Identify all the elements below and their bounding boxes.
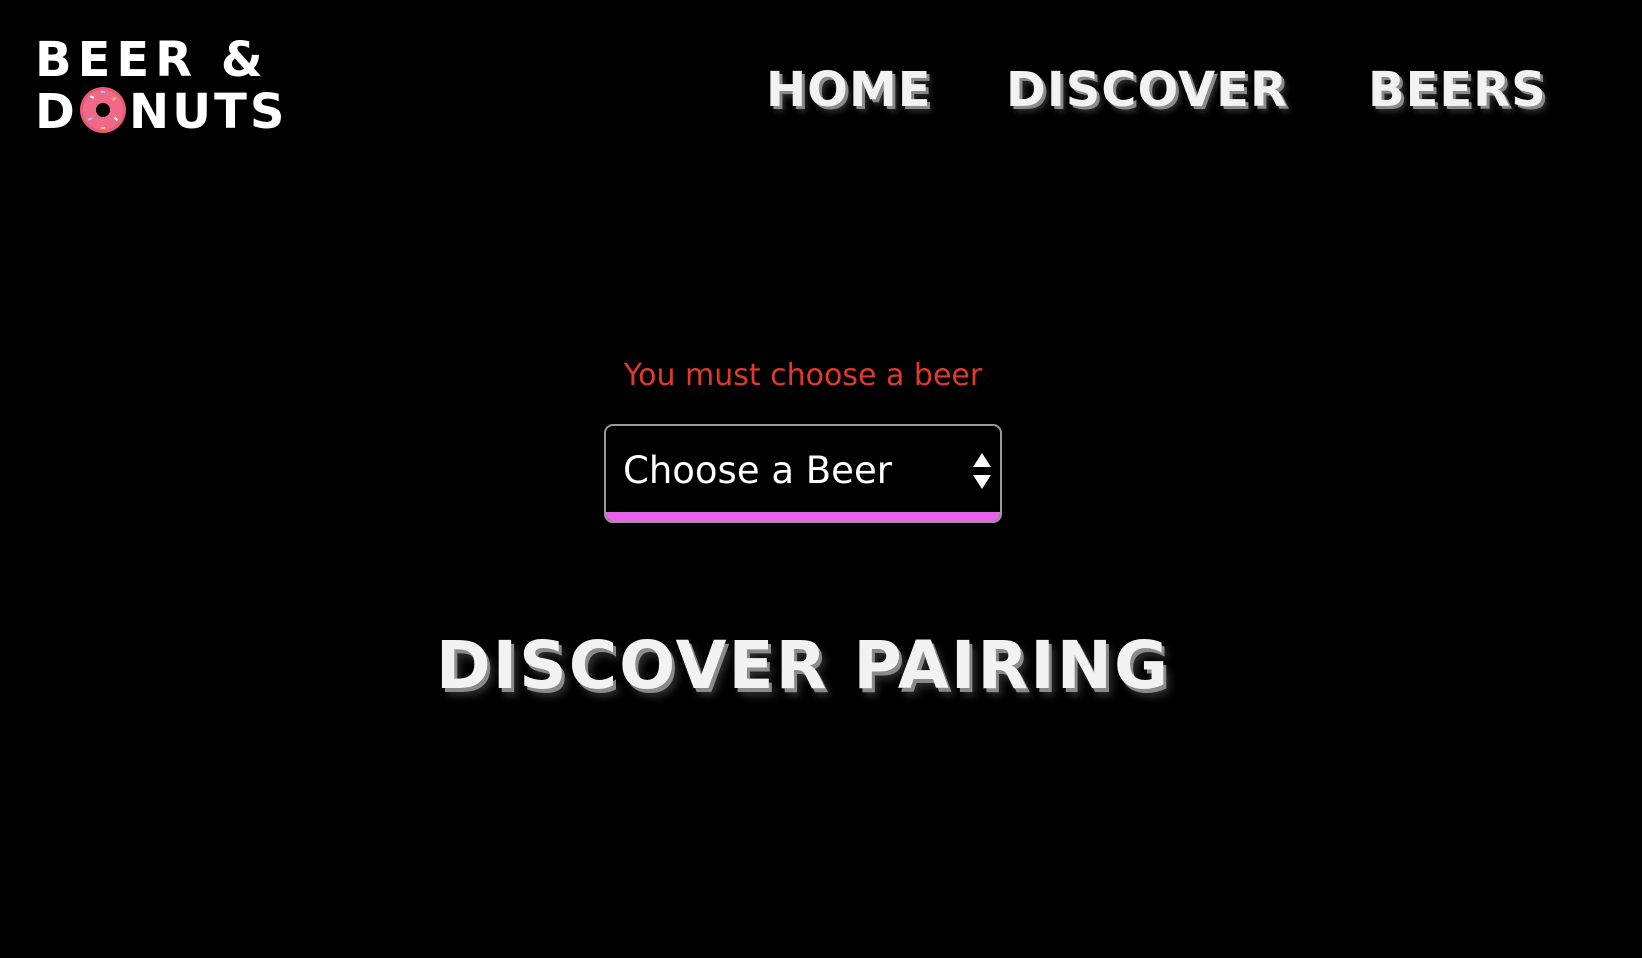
page-title: DISCOVER PAIRING — [435, 627, 1171, 704]
beer-select[interactable]: Choose a Beer — [604, 424, 1002, 523]
main-nav: HOME DISCOVER BEERS — [0, 60, 1642, 120]
nav-home-link[interactable]: HOME — [766, 60, 932, 120]
select-accent-bar — [606, 512, 1000, 521]
nav-discover-link[interactable]: DISCOVER — [1006, 60, 1288, 120]
beer-select-value: Choose a Beer — [623, 449, 892, 492]
up-down-arrows-icon — [973, 453, 991, 489]
validation-error: You must choose a beer — [623, 358, 983, 393]
nav-beers-link[interactable]: BEERS — [1368, 60, 1547, 120]
